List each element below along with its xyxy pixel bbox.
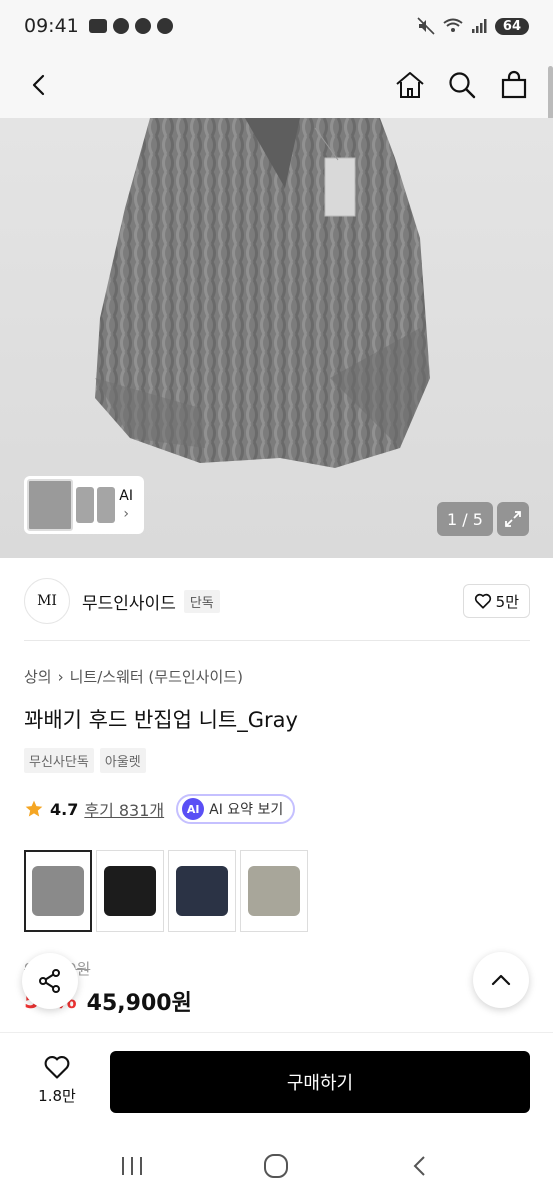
bottom-action-bar: 1.8만 구매하기 bbox=[0, 1032, 553, 1132]
ai-summary-label: AI 요약 보기 bbox=[209, 802, 284, 818]
rating-value: 4.7 bbox=[50, 799, 79, 819]
home-icon bbox=[396, 72, 424, 98]
share-icon bbox=[39, 969, 60, 993]
product-title: 꽈배기 후드 반집업 니트_Gray bbox=[24, 708, 298, 732]
divider bbox=[24, 640, 530, 641]
heart-icon bbox=[44, 1056, 70, 1079]
expand-button[interactable] bbox=[497, 502, 529, 536]
youtube-icon bbox=[88, 19, 107, 33]
ai-summary-button[interactable]: AI AI 요약 보기 bbox=[176, 794, 296, 824]
chevron-left-icon bbox=[413, 1156, 425, 1176]
app-icon bbox=[156, 18, 173, 34]
recent-apps-icon bbox=[122, 1157, 143, 1175]
battery-indicator: 64 bbox=[494, 17, 529, 35]
recent-apps-button[interactable] bbox=[112, 1146, 152, 1186]
brand-row: MI 무드인사이드 단독 5만 bbox=[24, 578, 530, 624]
back-button[interactable] bbox=[18, 64, 60, 106]
color-option-navy[interactable] bbox=[168, 850, 236, 932]
scroll-indicator[interactable] bbox=[548, 66, 553, 120]
back-arrow-icon bbox=[32, 74, 45, 96]
sale-price: 45,900원 bbox=[86, 991, 192, 1016]
talk-icon bbox=[112, 18, 129, 34]
share-button[interactable] bbox=[22, 953, 78, 1009]
cart-button[interactable] bbox=[493, 64, 535, 106]
color-option-black[interactable] bbox=[96, 850, 164, 932]
chevron-up-icon bbox=[491, 974, 511, 986]
color-swatch-image bbox=[176, 866, 228, 916]
home-system-button[interactable] bbox=[256, 1146, 296, 1186]
signal-icon bbox=[471, 19, 487, 33]
product-tag: 아울렛 bbox=[99, 748, 146, 773]
system-nav-bar bbox=[0, 1132, 553, 1200]
product-tags: 무신사단독 아울렛 bbox=[24, 748, 146, 773]
brand-name[interactable]: 무드인사이드 bbox=[82, 589, 176, 614]
color-option-gray[interactable] bbox=[24, 850, 92, 932]
home-circle-icon bbox=[264, 1154, 289, 1178]
system-back-button[interactable] bbox=[401, 1146, 441, 1186]
home-button[interactable] bbox=[389, 64, 431, 106]
nav-actions bbox=[389, 64, 535, 106]
cart-bag-icon bbox=[501, 70, 527, 99]
status-notification-icons bbox=[88, 18, 173, 34]
search-icon bbox=[449, 72, 476, 99]
exclusive-badge: 단독 bbox=[183, 589, 220, 613]
brand-like-count: 5만 bbox=[495, 592, 519, 611]
breadcrumb-subcategory[interactable]: 니트/스웨터 (무드인사이드) bbox=[70, 666, 243, 687]
ai-gallery-button[interactable]: AI › bbox=[119, 487, 133, 523]
scroll-top-button[interactable] bbox=[473, 952, 529, 1008]
brand-logo[interactable]: MI bbox=[24, 578, 70, 624]
search-button[interactable] bbox=[441, 64, 483, 106]
expand-icon bbox=[505, 511, 521, 527]
breadcrumb: 상의 › 니트/스웨터 (무드인사이드) bbox=[24, 666, 243, 687]
color-swatch-image bbox=[248, 866, 300, 916]
status-system-icons: 64 bbox=[417, 17, 529, 35]
buy-button[interactable]: 구매하기 bbox=[110, 1051, 530, 1113]
chevron-right-icon: › bbox=[123, 506, 129, 522]
wishlist-button[interactable]: 1.8만 bbox=[28, 1053, 86, 1106]
gallery-thumbnail[interactable] bbox=[27, 479, 73, 531]
chat-icon bbox=[134, 18, 151, 34]
product-tag: 무신사단독 bbox=[24, 748, 94, 773]
color-options bbox=[24, 850, 308, 932]
mute-icon bbox=[417, 17, 435, 35]
ai-gallery-label: AI bbox=[119, 488, 133, 504]
gallery-thumbnail-strip[interactable]: AI › bbox=[24, 476, 144, 534]
status-bar: 09:41 64 bbox=[0, 0, 553, 52]
heart-icon bbox=[474, 593, 491, 609]
color-swatch-image bbox=[104, 866, 156, 916]
top-nav bbox=[0, 52, 553, 118]
rating-row: 4.7 후기 831개 AI AI 요약 보기 bbox=[24, 794, 296, 824]
breadcrumb-category[interactable]: 상의 bbox=[24, 666, 52, 687]
gallery-thumbnail[interactable] bbox=[76, 487, 94, 523]
gallery-thumbnail[interactable] bbox=[97, 487, 115, 523]
status-time: 09:41 bbox=[24, 15, 79, 37]
brand-like-button[interactable]: 5만 bbox=[462, 584, 530, 618]
breadcrumb-separator: › bbox=[57, 667, 64, 686]
image-counter: 1 / 5 bbox=[437, 502, 493, 536]
color-swatch-image bbox=[32, 866, 84, 916]
wifi-icon bbox=[443, 18, 463, 32]
wishlist-count: 1.8만 bbox=[38, 1087, 76, 1105]
star-icon bbox=[25, 800, 43, 817]
product-image-gallery[interactable]: AI › 1 / 5 bbox=[0, 118, 553, 558]
reviews-link[interactable]: 후기 831개 bbox=[84, 797, 164, 821]
ai-badge-icon: AI bbox=[182, 798, 205, 820]
color-option-beige[interactable] bbox=[240, 850, 308, 932]
